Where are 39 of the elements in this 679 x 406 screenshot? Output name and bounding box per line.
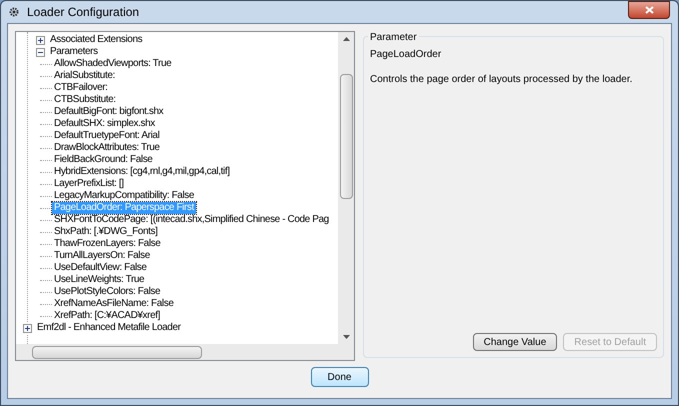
- tree-item[interactable]: UseDefaultView: False: [52, 262, 149, 274]
- tree-item[interactable]: DefaultSHX: simplex.shx: [52, 118, 157, 130]
- expand-icon[interactable]: [36, 36, 45, 44]
- tree-item[interactable]: ThawFrozenLayers: False: [52, 238, 162, 250]
- vertical-scrollbar[interactable]: [338, 32, 354, 344]
- tree-item[interactable]: ShxPath: [.¥DWG_Fonts]: [52, 226, 160, 238]
- tree-item[interactable]: UseLineWeights: True: [52, 274, 146, 286]
- close-button[interactable]: [628, 1, 670, 19]
- tree-item[interactable]: Associated Extensions: [48, 34, 144, 46]
- tree-item[interactable]: SHXFontToCodePage: [(intecad.shx,Simplified Chinese - Code Pag: [52, 214, 331, 226]
- close-icon: [644, 6, 654, 14]
- tree-item[interactable]: FieldBackGround: False: [52, 154, 154, 166]
- tree-item[interactable]: Parameters: [48, 46, 100, 58]
- tree-item[interactable]: DefaultTruetypeFont: Arial: [52, 130, 162, 142]
- tree-item[interactable]: DefaultBigFont: bigfont.shx: [52, 106, 166, 118]
- tree-item[interactable]: LayerPrefixList: []: [52, 178, 126, 190]
- tree-item[interactable]: ArialSubstitute:: [52, 70, 117, 82]
- done-button[interactable]: Done: [310, 367, 368, 387]
- tree-item[interactable]: CTBFailover:: [52, 82, 110, 94]
- horizontal-scrollbar[interactable]: [16, 344, 354, 360]
- scroll-down-icon[interactable]: [342, 335, 350, 339]
- tree-item[interactable]: DrawBlockAttributes: True: [52, 142, 162, 154]
- tree-item[interactable]: XrefPath: [C:¥ACAD¥xref]: [52, 310, 162, 322]
- tree-item[interactable]: CTBSubstitute:: [52, 94, 118, 106]
- change-value-button[interactable]: Change Value: [472, 333, 558, 351]
- scroll-up-icon[interactable]: [342, 37, 350, 41]
- tree-item[interactable]: AllowShadedViewports: True: [52, 58, 174, 70]
- collapse-icon[interactable]: [36, 48, 45, 56]
- tree-item[interactable]: UsePlotStyleColors: False: [52, 286, 162, 298]
- tree-item[interactable]: Emf2dl - Enhanced Metafile Loader: [35, 322, 183, 334]
- window-title: Loader Configuration: [27, 4, 140, 21]
- tree-item[interactable]: TurnAllLayersOn: False: [52, 250, 152, 262]
- parameter-description: Controls the page order of layouts processed by the loader.: [370, 73, 634, 87]
- tree-item[interactable]: XrefNameAsFileName: False: [52, 298, 176, 310]
- tree-item[interactable]: HybridExtensions: [cg4,rnl,g4,mil,gp4,cal,tif]: [52, 166, 232, 178]
- parameter-name: PageLoadOrder: [370, 48, 442, 62]
- gear-icon: [9, 7, 19, 17]
- tree-item[interactable]: LegacyMarkupCompatibility: False: [52, 190, 196, 202]
- expand-icon[interactable]: [23, 324, 32, 332]
